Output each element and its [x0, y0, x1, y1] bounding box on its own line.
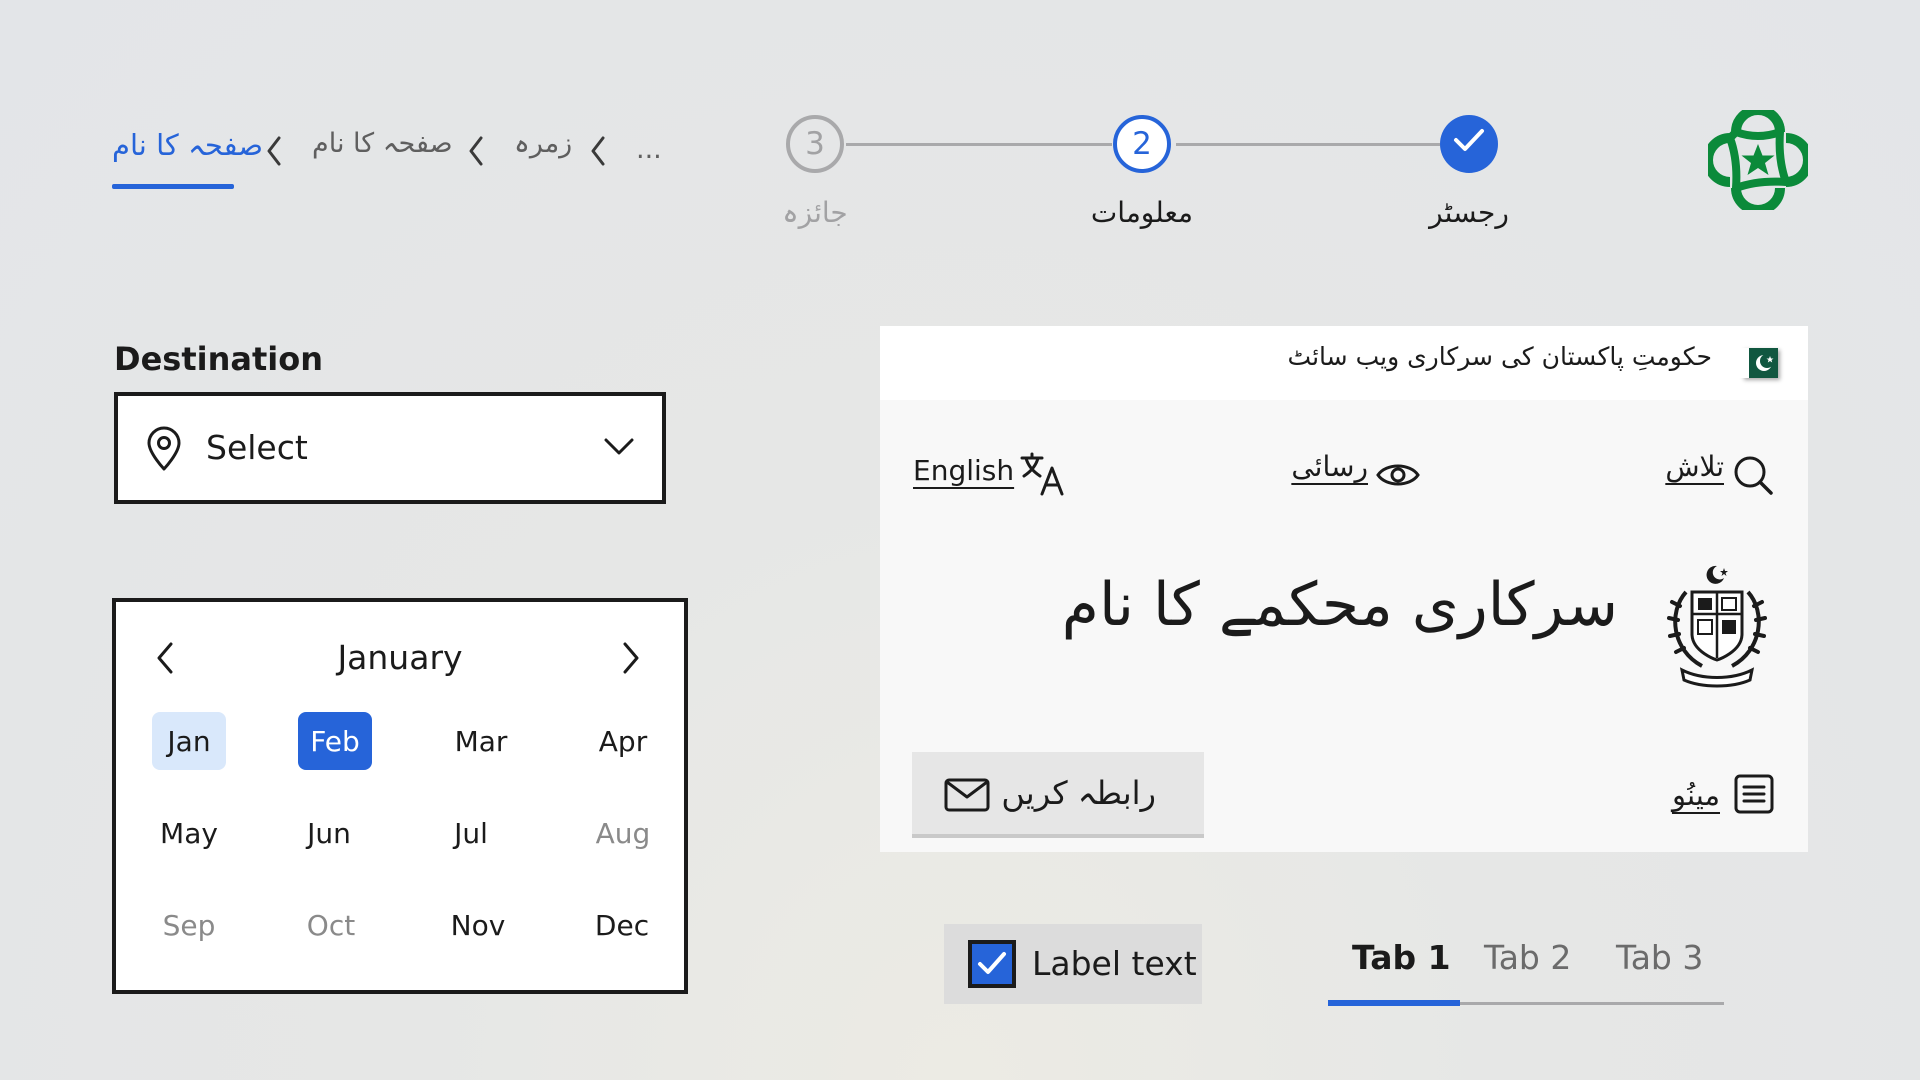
contact-label: رابطہ کریں	[1001, 774, 1156, 812]
month-dec[interactable]: Dec	[585, 896, 659, 954]
search-icon[interactable]	[1732, 454, 1774, 500]
agency-name[interactable]: سرکاری محکمے کا نام	[1062, 570, 1618, 640]
breadcrumb-current: صفحہ کا نام	[112, 128, 263, 162]
tab-1[interactable]: Tab 1	[1352, 938, 1451, 977]
month-oct: Oct	[306, 908, 356, 942]
breadcrumb-page[interactable]: صفحہ کا نام	[312, 128, 453, 159]
translate-icon[interactable]	[1020, 452, 1066, 500]
tab-active-indicator	[1328, 1000, 1460, 1006]
official-site-text: حکومتِ پاکستان کی سرکاری ویب سائٹ	[1287, 342, 1712, 371]
language-link[interactable]: English	[913, 454, 1014, 487]
month-aug: Aug	[595, 816, 651, 850]
step-1-label: رجسٹر	[1429, 196, 1509, 229]
chevron-left-icon	[468, 136, 484, 166]
accessibility-link[interactable]: رسائی	[1291, 450, 1368, 483]
tab-3[interactable]: Tab 3	[1616, 938, 1703, 977]
checkbox-field[interactable]: Label text	[944, 924, 1202, 1004]
search-link[interactable]: تلاش	[1665, 450, 1724, 483]
month-jun[interactable]: Jun	[292, 804, 366, 862]
checkmark-icon	[1452, 126, 1486, 162]
chevron-right-icon	[623, 642, 639, 674]
breadcrumb-current-underline	[112, 184, 234, 189]
destination-label: Destination	[114, 340, 323, 378]
destination-value: Select	[206, 428, 308, 467]
breadcrumb-ellipsis[interactable]: ...	[636, 134, 662, 165]
envelope-icon	[944, 778, 990, 816]
star-quatrefoil-logo	[1703, 105, 1813, 215]
step-3-label: جائزہ	[782, 196, 848, 229]
menu-icon[interactable]	[1734, 774, 1774, 818]
step-3-number: 3	[805, 126, 825, 162]
location-pin-icon	[144, 426, 184, 476]
stepper-connector	[1176, 143, 1440, 146]
step-1-circle	[1440, 115, 1498, 173]
stepper-connector	[846, 143, 1112, 146]
checkmark-icon	[972, 952, 1012, 988]
step-2-number: 2	[1132, 126, 1152, 162]
breadcrumb-category[interactable]: زمرہ	[514, 128, 572, 159]
checkbox[interactable]	[968, 940, 1016, 988]
eye-icon[interactable]	[1376, 460, 1420, 494]
month-sep: Sep	[162, 908, 216, 942]
pakistan-flag-icon	[1742, 348, 1778, 378]
month-picker: January Jan Feb Mar Apr May Jun Jul Aug …	[112, 598, 688, 994]
tab-2[interactable]: Tab 2	[1484, 938, 1571, 977]
step-3-circle: 3	[786, 115, 844, 173]
state-emblem-icon	[1662, 562, 1772, 696]
step-2-circle: 2	[1113, 115, 1171, 173]
next-year-button[interactable]	[622, 642, 640, 678]
month-jan[interactable]: Jan	[152, 712, 226, 770]
checkbox-label: Label text	[1032, 944, 1197, 983]
month-apr[interactable]: Apr	[586, 712, 660, 770]
menu-link[interactable]: مینُو	[1672, 778, 1720, 812]
contact-button[interactable]: رابطہ کریں	[912, 752, 1204, 838]
month-picker-title: January	[337, 638, 463, 677]
month-mar[interactable]: Mar	[444, 712, 518, 770]
month-feb[interactable]: Feb	[298, 712, 372, 770]
official-site-banner: حکومتِ پاکستان کی سرکاری ویب سائٹ	[880, 326, 1808, 400]
month-may[interactable]: May	[152, 804, 226, 862]
month-nov[interactable]: Nov	[441, 896, 515, 954]
step-2-label: معلومات	[1090, 196, 1194, 229]
destination-select[interactable]: Select	[114, 392, 666, 504]
chevron-left-icon	[266, 136, 282, 166]
chevron-down-icon	[604, 438, 634, 460]
chevron-left-icon	[590, 136, 606, 166]
month-jul[interactable]: Jul	[434, 804, 508, 862]
gov-header-card: حکومتِ پاکستان کی سرکاری ویب سائٹ تلاش ر…	[880, 326, 1808, 852]
